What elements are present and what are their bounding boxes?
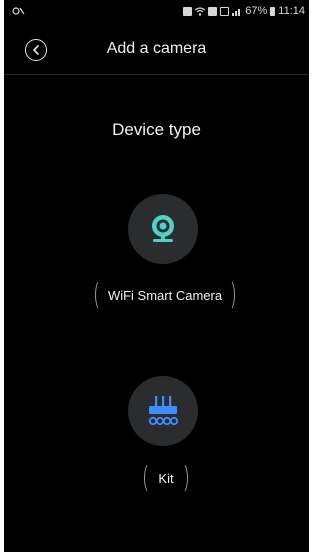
device-label-text: Kit xyxy=(158,470,174,486)
battery-icon xyxy=(270,6,276,16)
status-bar: 67% 11:14 xyxy=(4,0,309,22)
kit-icon xyxy=(148,396,179,426)
device-option-wifi-camera[interactable] xyxy=(128,194,198,264)
label-bracket-right xyxy=(223,279,235,311)
top-bar: Add a camera xyxy=(4,26,309,75)
notification-icon xyxy=(12,7,25,15)
camera-icon xyxy=(152,215,174,242)
device-option-kit[interactable] xyxy=(128,376,198,446)
label-bracket-left xyxy=(95,279,107,311)
device-label-text: WiFi Smart Camera xyxy=(107,287,223,303)
status-time: 11:14 xyxy=(278,5,305,17)
page-title: Add a camera xyxy=(106,40,207,57)
alarm-icon xyxy=(183,6,193,16)
wifi-icon xyxy=(195,6,206,16)
image-icon xyxy=(220,6,230,16)
status-icons: 67% 11:14 xyxy=(183,5,305,17)
battery-percent: 67% xyxy=(245,5,268,17)
sim-icon xyxy=(208,6,218,16)
section-title: Device type xyxy=(112,120,201,139)
device-label-kit[interactable]: Kit xyxy=(144,462,188,494)
app-screen: 67% 11:14 Add a camera Device type WiFi … xyxy=(4,0,309,552)
label-bracket-left xyxy=(144,462,156,494)
device-label-wifi-camera[interactable]: WiFi Smart Camera xyxy=(95,279,235,311)
label-bracket-right xyxy=(176,462,188,494)
signal-icon xyxy=(232,8,241,16)
